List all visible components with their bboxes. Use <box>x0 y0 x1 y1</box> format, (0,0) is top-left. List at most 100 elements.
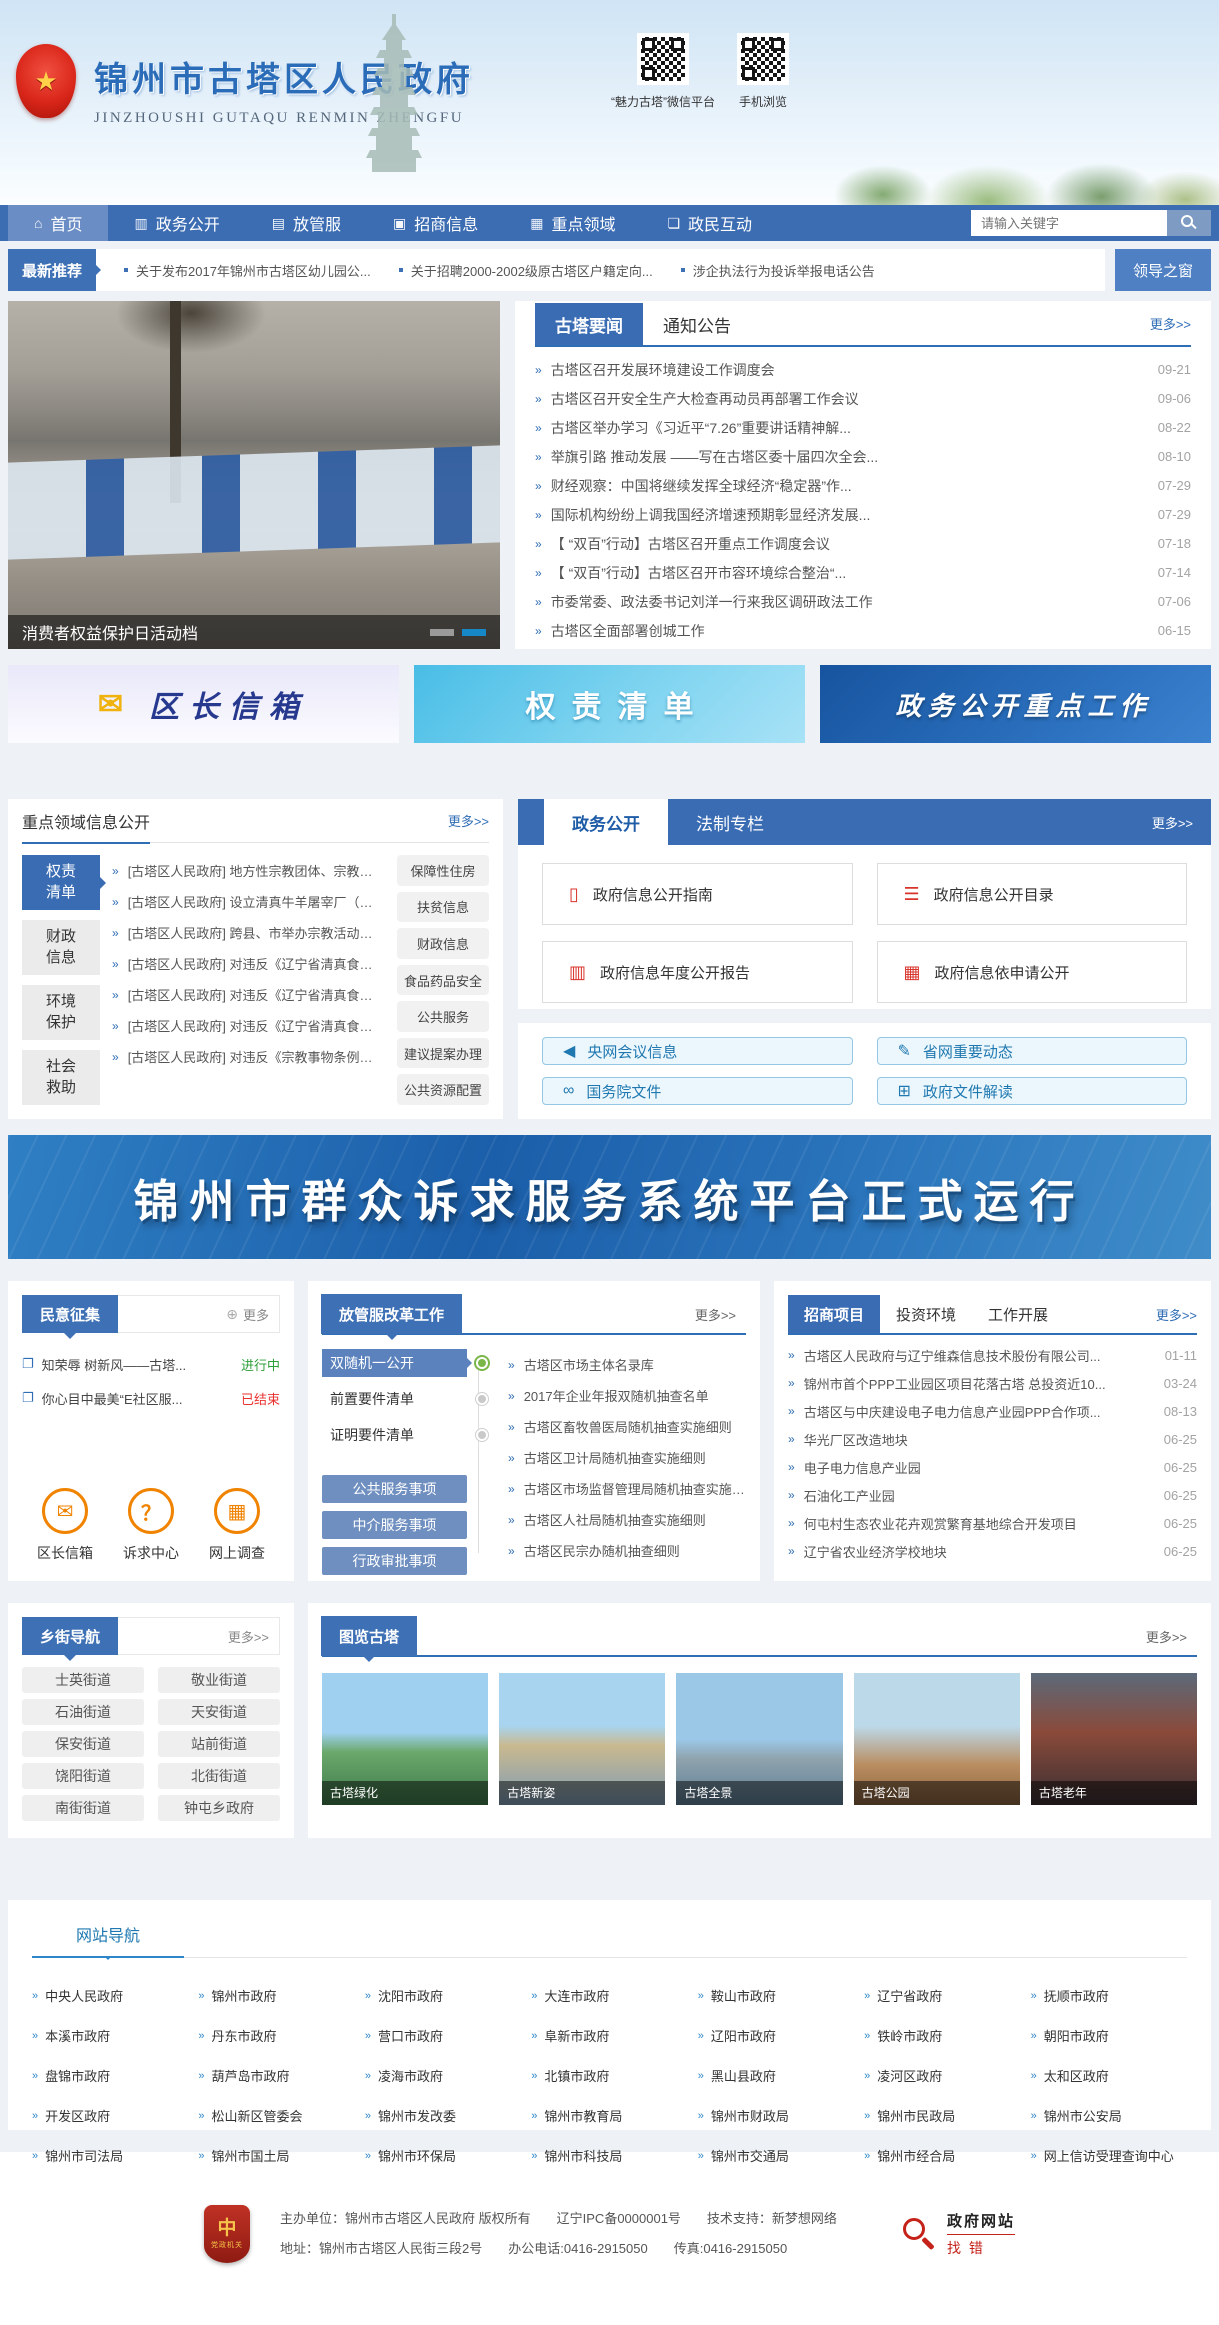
opinion-shortcut[interactable]: ？ 诉求中心 <box>123 1488 179 1563</box>
site-nav-link[interactable]: » 凌海市政府 <box>365 2066 521 2085</box>
site-nav-link[interactable]: » 锦州市国土局 <box>198 2146 354 2165</box>
nav-item[interactable]: ❏ 政民互动 <box>641 205 778 241</box>
site-nav-link[interactable]: » 网上信访受理查询中心 <box>1031 2146 1187 2165</box>
opinion-item[interactable]: ❐ 你心目中最美“E社区服... 已结束 <box>22 1381 280 1415</box>
nav-item[interactable]: ▣ 招商信息 <box>367 205 504 241</box>
news-slider[interactable]: 消费者权益保护日活动档 <box>8 301 500 649</box>
key-info-tab[interactable]: 社会救助 <box>22 1050 100 1105</box>
news-item[interactable]: » 古塔区召开安全生产大检查再动员再部署工作会议 09-06 <box>535 384 1191 413</box>
street-button[interactable]: 士英街道 <box>22 1667 144 1693</box>
street-nav-more-link[interactable]: 更多>> <box>228 1627 269 1646</box>
key-info-item[interactable]: » [古塔区人民政府] 设立清真牛羊屠宰厂（场）、清真食品生产经营单... <box>112 886 385 917</box>
street-button[interactable]: 钟屯乡政府 <box>158 1795 280 1821</box>
news-item[interactable]: » 举旗引路 推动发展 ——写在古塔区委十届四次全会... 08-10 <box>535 442 1191 471</box>
reform-item[interactable]: » 古塔区民宗办随机抽查细则 <box>508 1535 746 1566</box>
gallery-more-link[interactable]: 更多>> <box>1146 1627 1187 1646</box>
site-nav-link[interactable]: » 松山新区管委会 <box>198 2106 354 2125</box>
site-nav-link[interactable]: » 锦州市民政局 <box>864 2106 1020 2125</box>
investment-item[interactable]: » 电子电力信息产业园 06-25 <box>788 1453 1197 1481</box>
site-nav-link[interactable]: » 营口市政府 <box>365 2026 521 2045</box>
slider-page-indicator[interactable] <box>430 629 454 636</box>
site-nav-link[interactable]: » 铁岭市政府 <box>864 2026 1020 2045</box>
site-nav-link[interactable]: » 朝阳市政府 <box>1031 2026 1187 2045</box>
gallery-photo[interactable]: 古塔老年 <box>1031 1673 1197 1805</box>
news-item[interactable]: » 古塔区举办学习《习近平“7.26”重要讲话精神解... 08-22 <box>535 413 1191 442</box>
key-info-item[interactable]: » [古塔区人民政府] 对违反《辽宁省清真食品生产经营管理条例》行为... <box>112 948 385 979</box>
news-tab[interactable]: 古塔要闻 <box>535 303 643 345</box>
nav-item[interactable]: ⌂ 首页 <box>8 205 108 241</box>
news-item[interactable]: » 财经观察：中国将继续发挥全球经济“稳定器”作... 07-29 <box>535 471 1191 500</box>
investment-item[interactable]: » 何屯村生态农业花卉观赏繁育基地综合开发项目 06-25 <box>788 1509 1197 1537</box>
site-nav-link[interactable]: » 锦州市科技局 <box>531 2146 687 2165</box>
gallery-photo[interactable]: 古塔公园 <box>854 1673 1020 1805</box>
find-error-widget[interactable]: 政府网站 找错 <box>901 2210 1015 2258</box>
site-nav-link[interactable]: » 太和区政府 <box>1031 2066 1187 2085</box>
investment-item[interactable]: » 古塔区与中庆建设电子电力信息产业园PPP合作项... 08-13 <box>788 1397 1197 1425</box>
gov-open-tab[interactable]: 法制专栏 <box>668 799 792 845</box>
promo-banner[interactable]: 政务公开重点工作 <box>820 665 1211 743</box>
gov-open-button[interactable]: ▥ 政府信息年度公开报告 <box>542 941 853 1003</box>
reform-item[interactable]: » 古塔区卫计局随机抽查实施细则 <box>508 1442 746 1473</box>
reform-menu-item[interactable]: 中介服务事项 <box>322 1511 467 1539</box>
gallery-title-tab[interactable]: 图览古塔 <box>321 1616 417 1656</box>
leader-window-button[interactable]: 领导之窗 <box>1115 249 1211 291</box>
key-info-tab[interactable]: 权责清单 <box>22 855 100 910</box>
site-nav-link[interactable]: » 黑山县政府 <box>698 2066 854 2085</box>
gov-open-button[interactable]: ▯ 政府信息公开指南 <box>542 863 853 925</box>
opinion-shortcut[interactable]: ✉ 区长信箱 <box>37 1488 93 1563</box>
street-button[interactable]: 饶阳街道 <box>22 1763 144 1789</box>
reform-item[interactable]: » 2017年企业年报双随机抽查名单 <box>508 1380 746 1411</box>
key-info-tab[interactable]: 财政信息 <box>22 920 100 975</box>
street-button[interactable]: 北街街道 <box>158 1763 280 1789</box>
investment-more-link[interactable]: 更多>> <box>1156 1305 1197 1324</box>
gallery-photo[interactable]: 古塔绿化 <box>322 1673 488 1805</box>
opinion-shortcut[interactable]: ▦ 网上调查 <box>209 1488 265 1563</box>
site-nav-link[interactable]: » 阜新市政府 <box>531 2026 687 2045</box>
opinion-item[interactable]: ❐ 知荣辱 树新风——古塔... 进行中 <box>22 1347 280 1381</box>
reform-more-link[interactable]: 更多>> <box>695 1305 736 1324</box>
site-nav-link[interactable]: » 锦州市经合局 <box>864 2146 1020 2165</box>
site-nav-link[interactable]: » 大连市政府 <box>531 1986 687 2005</box>
quick-link-button[interactable]: 建议提案办理 <box>397 1038 489 1069</box>
reform-menu-item[interactable]: 双随机一公开 <box>322 1349 467 1377</box>
investment-item[interactable]: » 古塔区人民政府与辽宁维森信息技术股份有限公司... 01-11 <box>788 1341 1197 1369</box>
gallery-photo[interactable]: 古塔新姿 <box>499 1673 665 1805</box>
street-button[interactable]: 天安街道 <box>158 1699 280 1725</box>
quick-link-button[interactable]: 保障性住房 <box>397 855 489 886</box>
ticker-item[interactable]: 涉企执法行为投诉举报电话公告 <box>681 261 875 280</box>
search-input[interactable] <box>971 210 1167 236</box>
site-nav-link[interactable]: » 锦州市环保局 <box>365 2146 521 2165</box>
site-nav-link[interactable]: » 葫芦岛市政府 <box>198 2066 354 2085</box>
gov-open-more-link[interactable]: 更多>> <box>1152 813 1193 832</box>
site-nav-link[interactable]: » 北镇市政府 <box>531 2066 687 2085</box>
street-button[interactable]: 站前街道 <box>158 1731 280 1757</box>
news-item[interactable]: » 古塔区全面部署创城工作 06-15 <box>535 616 1191 645</box>
nav-item[interactable]: ▦ 重点领域 <box>504 205 641 241</box>
site-nav-link[interactable]: » 沈阳市政府 <box>365 1986 521 2005</box>
reform-title-tab[interactable]: 放管服改革工作 <box>321 1294 462 1334</box>
site-nav-link[interactable]: » 锦州市政府 <box>198 1986 354 2005</box>
gov-link-button[interactable]: ⊞ 政府文件解读 <box>877 1077 1188 1105</box>
gov-link-button[interactable]: ∞ 国务院文件 <box>542 1077 853 1105</box>
quick-link-button[interactable]: 公共服务 <box>397 1001 489 1032</box>
opinion-more-link[interactable]: ⊕ 更多 <box>226 1305 269 1324</box>
quick-link-button[interactable]: 扶贫信息 <box>397 892 489 923</box>
key-info-item[interactable]: » [古塔区人民政府] 对违反《宗教事物条例》行为的处罚 <box>112 1041 385 1072</box>
key-info-tab[interactable]: 环境保护 <box>22 985 100 1040</box>
platform-banner[interactable]: 锦州市群众诉求服务系统平台正式运行 <box>8 1135 1211 1259</box>
news-item[interactable]: » 市委常委、政法委书记刘洋一行来我区调研政法工作 07-06 <box>535 587 1191 616</box>
promo-banner[interactable]: ✉ 区长信箱 <box>8 665 399 743</box>
gov-link-button[interactable]: ✎ 省网重要动态 <box>877 1037 1188 1065</box>
reform-item[interactable]: » 古塔区市场监督管理局随机抽查实施细则 <box>508 1473 746 1504</box>
gov-open-button[interactable]: ▦ 政府信息依申请公开 <box>877 941 1188 1003</box>
quick-link-button[interactable]: 食品药品安全 <box>397 965 489 996</box>
street-button[interactable]: 保安街道 <box>22 1731 144 1757</box>
reform-item[interactable]: » 古塔区人社局随机抽查实施细则 <box>508 1504 746 1535</box>
news-item[interactable]: » 【 “双百”行动】古塔区召开市容环境综合整治“... 07-14 <box>535 558 1191 587</box>
nav-item[interactable]: ▤ 放管服 <box>246 205 367 241</box>
quick-link-button[interactable]: 财政信息 <box>397 928 489 959</box>
site-nav-link[interactable]: » 凌河区政府 <box>864 2066 1020 2085</box>
news-item[interactable]: » 【 “双百”行动】古塔区召开重点工作调度会议 07-18 <box>535 529 1191 558</box>
key-info-item[interactable]: » [古塔区人民政府] 地方性宗教团体、宗教活动场所接受国（境）外捐... <box>112 855 385 886</box>
gallery-photo[interactable]: 古塔全景 <box>676 1673 842 1805</box>
